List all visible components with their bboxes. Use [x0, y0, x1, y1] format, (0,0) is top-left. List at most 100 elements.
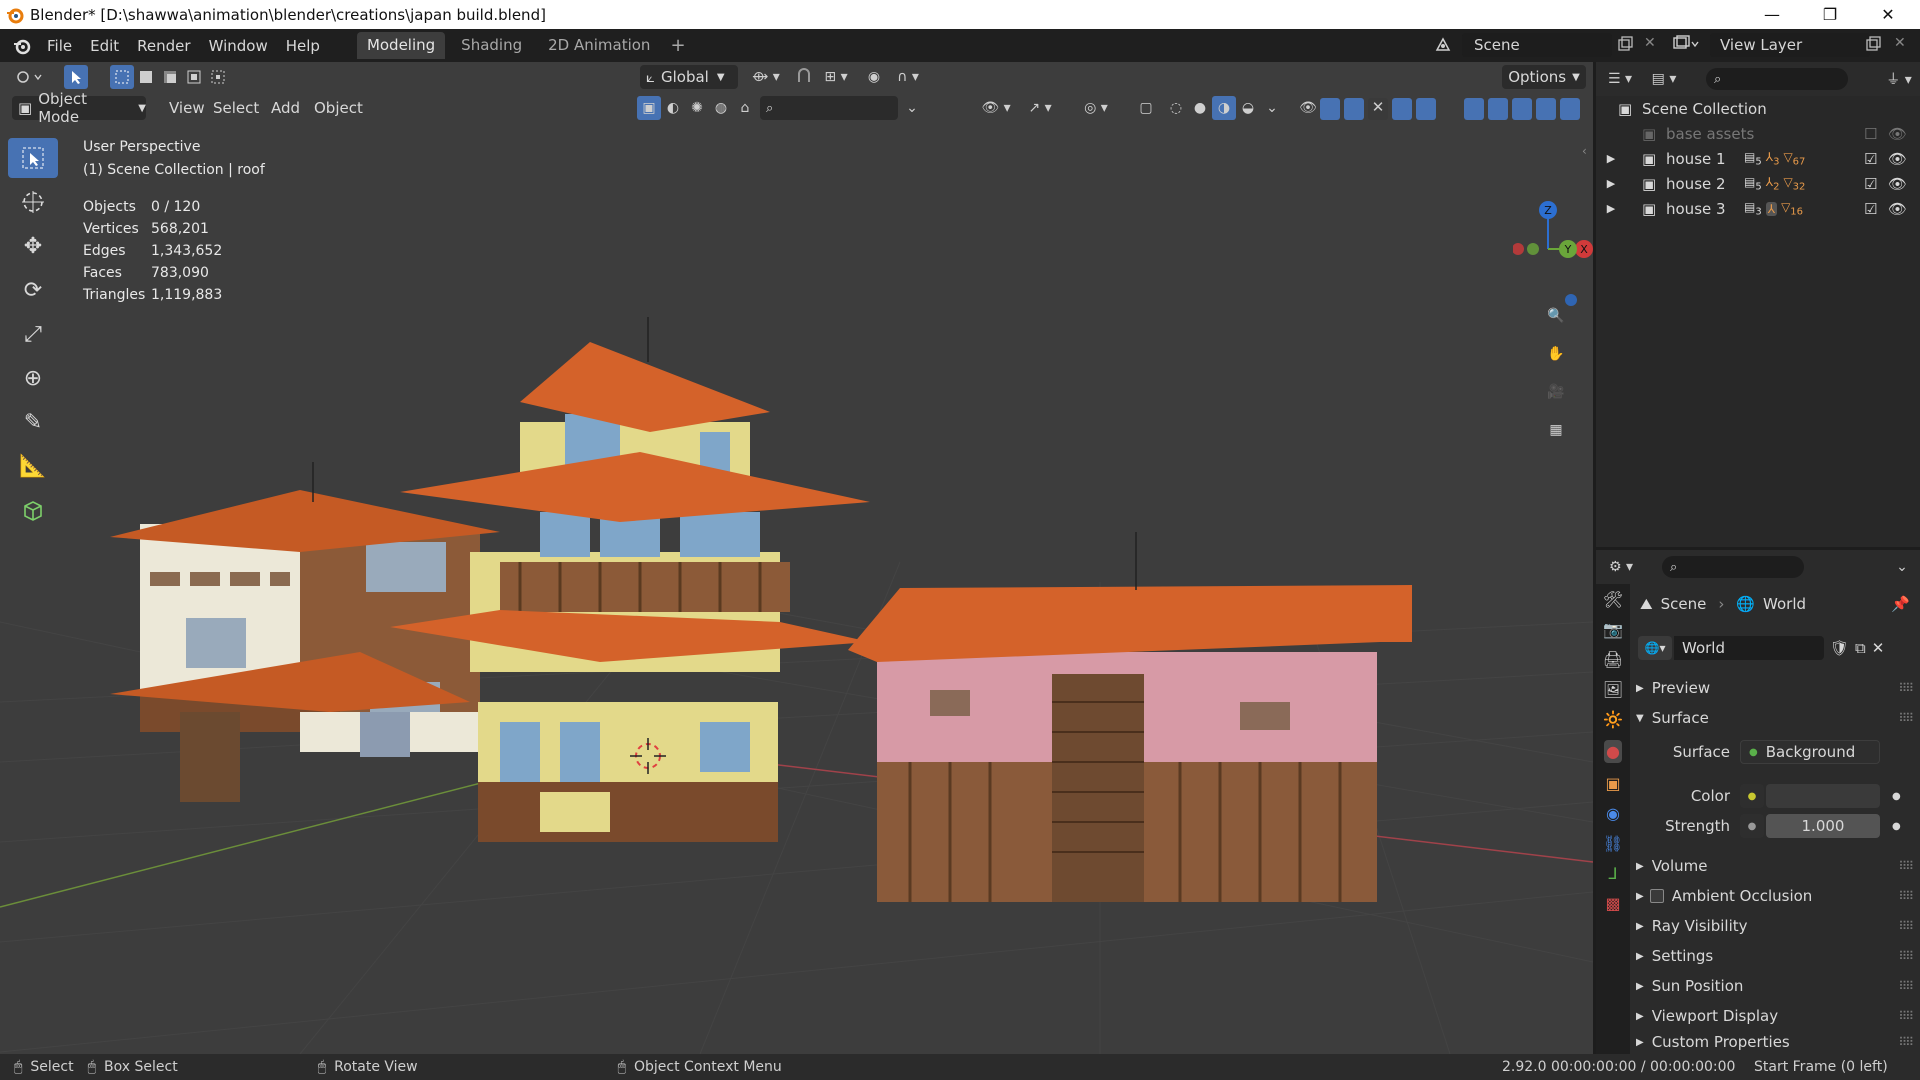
duplicate-world-icon[interactable]: ⧉ — [1855, 639, 1866, 657]
filter-mesh-icon[interactable]: ▣ — [637, 96, 661, 120]
menu-render[interactable]: Render — [128, 33, 199, 59]
panel-preview[interactable]: ▶ Preview ⠿⠿ — [1630, 674, 1920, 702]
keyframe-dot-icon[interactable]: ● — [1892, 791, 1901, 802]
eye-icon[interactable]: 👁 — [1888, 125, 1907, 143]
menu-help[interactable]: Help — [277, 33, 329, 59]
filter-light-icon[interactable]: ✺ — [685, 96, 709, 120]
drag-handle-icon[interactable]: ⠿⠿ — [1898, 1009, 1914, 1023]
overlays-toggle-icon[interactable]: ◎ ▾ — [1078, 96, 1114, 120]
scene-name-field[interactable]: Scene — [1462, 33, 1612, 57]
display-mode-icon[interactable]: ▤ ▾ — [1646, 67, 1682, 91]
menu-file[interactable]: File — [38, 33, 81, 59]
pan-hand-icon[interactable]: ✋ — [1544, 342, 1568, 366]
expand-arrow-icon[interactable]: ▶ — [1596, 152, 1626, 165]
ortho-grid-icon[interactable]: ▦ — [1544, 418, 1568, 442]
editor-type-icon[interactable] — [12, 65, 48, 89]
restore-button[interactable]: ❐ — [1801, 0, 1859, 29]
color-swatch[interactable] — [1766, 784, 1880, 808]
layer-toggle-strip[interactable]: ✕ — [1320, 98, 1580, 120]
panel-ambient-occlusion[interactable]: ▶ Ambient Occlusion ⠿⠿ — [1630, 882, 1920, 910]
keyframe-dot-icon[interactable]: ● — [1892, 821, 1901, 832]
expand-arrow-icon[interactable]: ▶ — [1596, 202, 1626, 215]
shading-options-chevron-icon[interactable]: ⌄ — [1260, 96, 1284, 120]
panel-surface[interactable]: ▼ Surface ⠿⠿ — [1630, 704, 1920, 732]
menu-window[interactable]: Window — [200, 33, 277, 59]
filter-camera-icon[interactable]: ◍ — [709, 96, 733, 120]
properties-editor-type-icon[interactable]: ⚙ ▾ — [1602, 555, 1640, 579]
outliner-search-input[interactable]: ⌕ — [1706, 68, 1848, 90]
viewport-menu-select[interactable]: Select — [204, 95, 268, 121]
filter-chevron-icon[interactable]: ⌄ — [900, 96, 924, 120]
drag-handle-icon[interactable]: ⠿⠿ — [1898, 979, 1914, 993]
menu-edit[interactable]: Edit — [81, 33, 128, 59]
expand-arrow-icon[interactable]: ▶ — [1596, 177, 1626, 190]
color-socket-button[interactable]: ● — [1740, 784, 1764, 808]
select-intersect-icon[interactable] — [206, 65, 230, 89]
panel-viewport-display[interactable]: ▶ Viewport Display ⠿⠿ — [1630, 1002, 1920, 1030]
exclude-checkbox-checked[interactable]: ☑ — [1864, 150, 1877, 168]
drag-handle-icon[interactable]: ⠿⠿ — [1898, 711, 1914, 725]
panel-custom-properties[interactable]: ▶ Custom Properties ⠿⠿ — [1630, 1028, 1920, 1056]
visibility-selectability-icon[interactable]: 👁 ▾ — [978, 96, 1014, 120]
physics-tab-icon[interactable]: ◉ — [1606, 804, 1620, 823]
data-tab-icon[interactable]: ⅃ — [1609, 864, 1618, 883]
outliner-row-house-2[interactable]: ▶ ▣ house 2 ▤5 ⅄2 ▽32 ☑ 👁 — [1596, 171, 1920, 196]
viewport-search-input[interactable]: ⌕ — [760, 96, 898, 120]
drag-handle-icon[interactable]: ⠿⠿ — [1898, 1035, 1914, 1049]
add-cube-tool-icon[interactable] — [8, 490, 58, 530]
pivot-point-icon[interactable]: ⟴ ▾ — [748, 65, 784, 89]
blender-menu-icon[interactable] — [6, 36, 38, 56]
options-dropdown[interactable]: Options ▼ — [1502, 65, 1586, 89]
exclude-checkbox-checked[interactable]: ☑ — [1864, 175, 1877, 193]
snap-target-icon[interactable]: ⊞ ▾ — [818, 65, 854, 89]
pin-icon[interactable]: 📌 — [1891, 595, 1910, 613]
select-box-tool-icon[interactable] — [8, 138, 58, 178]
world-tab-icon[interactable]: ● — [1604, 740, 1622, 763]
shading-solid-icon[interactable]: ● — [1188, 96, 1212, 120]
scene-type-icon[interactable] — [1428, 33, 1458, 57]
measure-tool-icon[interactable]: 📐 — [8, 446, 58, 486]
select-tool-mode-icon[interactable] — [64, 65, 88, 89]
panel-settings[interactable]: ▶ Settings ⠿⠿ — [1630, 942, 1920, 970]
outliner-row-base-assets[interactable]: ▣ base assets ☐ 👁 — [1596, 121, 1920, 146]
scene-tab-icon[interactable]: 🔆 — [1603, 710, 1623, 729]
tab-modeling[interactable]: Modeling — [356, 32, 446, 59]
strength-input[interactable]: 1.000 — [1766, 814, 1880, 838]
view-layer-tab-icon[interactable]: 🖼 — [1603, 680, 1623, 699]
view-layer-field[interactable]: View Layer — [1710, 33, 1870, 57]
cursor-tool-icon[interactable] — [8, 182, 58, 222]
world-browse-icon[interactable]: 🌐▾ — [1638, 636, 1672, 660]
ambient-occlusion-checkbox[interactable] — [1649, 889, 1664, 903]
transform-tool-icon[interactable]: ⊕ — [8, 358, 58, 398]
drag-handle-icon[interactable]: ⠿⠿ — [1898, 859, 1914, 873]
world-name-field[interactable]: World — [1674, 636, 1824, 660]
drag-handle-icon[interactable]: ⠿⠿ — [1898, 919, 1914, 933]
viewport-menu-add[interactable]: Add — [262, 95, 309, 121]
falloff-icon[interactable]: ∩ ▾ — [890, 65, 926, 89]
outliner-row-house-3[interactable]: ▶ ▣ house 3 ▤3 ⅄ ▽16 ☑ 👁 — [1596, 196, 1920, 221]
panel-ray-visibility[interactable]: ▶ Ray Visibility ⠿⠿ — [1630, 912, 1920, 940]
exclude-checkbox-empty[interactable]: ☐ — [1864, 125, 1877, 143]
scale-tool-icon[interactable]: ⤢ — [8, 314, 58, 354]
tab-shading[interactable]: Shading — [451, 32, 532, 59]
unlink-world-icon[interactable]: ✕ — [1872, 639, 1885, 657]
constraints-tab-icon[interactable]: ⛓ — [1603, 834, 1623, 853]
surface-shader-field[interactable]: ● Background — [1740, 740, 1880, 764]
new-view-layer-icon[interactable] — [1864, 35, 1884, 55]
shading-rendered-icon[interactable]: ◒ — [1236, 96, 1260, 120]
strength-socket-button[interactable]: ● — [1740, 814, 1764, 838]
move-tool-icon[interactable]: ✥ — [8, 226, 58, 266]
shading-wireframe-icon[interactable]: ◌ — [1164, 96, 1188, 120]
navigation-gizmo[interactable]: Z X Y 🔍 ✋ 🎥 ▦ — [1513, 124, 1593, 524]
restrict-view-icon[interactable]: 👁 — [1296, 96, 1320, 120]
exclude-checkbox-checked[interactable]: ☑ — [1864, 200, 1877, 218]
xray-toggle-icon[interactable]: ▢ — [1134, 96, 1158, 120]
select-extend-icon[interactable] — [134, 65, 158, 89]
object-tab-icon[interactable]: ▣ — [1605, 774, 1620, 793]
mode-dropdown[interactable]: ▣ Object Mode ▼ — [12, 90, 146, 126]
outliner-editor-type-icon[interactable]: ☰ ▾ — [1602, 67, 1638, 91]
fake-user-shield-icon[interactable]: 🛡 — [1830, 639, 1849, 657]
rotate-tool-icon[interactable]: ⟳ — [8, 270, 58, 310]
filter-other-icon[interactable]: ⌂ — [733, 96, 757, 120]
panel-sun-position[interactable]: ▶ Sun Position ⠿⠿ — [1630, 972, 1920, 1000]
